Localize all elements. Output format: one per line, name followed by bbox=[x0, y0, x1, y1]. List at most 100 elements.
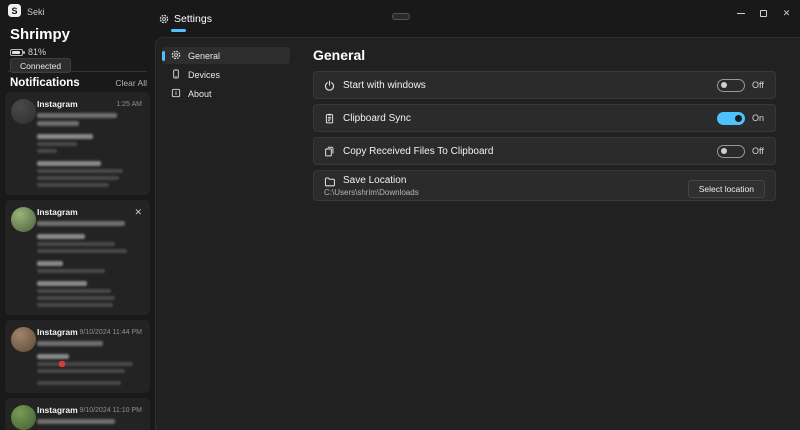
avatar bbox=[11, 99, 36, 124]
redacted-line bbox=[37, 183, 142, 187]
redacted-line bbox=[37, 113, 142, 118]
redacted-line bbox=[37, 369, 142, 373]
power-icon bbox=[324, 80, 336, 91]
minimize-icon bbox=[737, 13, 745, 14]
redacted-line bbox=[37, 289, 142, 293]
notification-timestamp: 9/10/2024 11:10 PM bbox=[79, 407, 142, 414]
battery-icon bbox=[10, 49, 23, 56]
redacted-line bbox=[37, 341, 142, 346]
device-icon bbox=[171, 69, 181, 79]
nav-item-label: About bbox=[188, 89, 212, 99]
info-icon bbox=[171, 88, 181, 98]
nav-item-label: Devices bbox=[188, 70, 220, 80]
sidebar-divider bbox=[8, 71, 147, 72]
device-name: Shrimpy bbox=[10, 26, 70, 43]
notification-app-name: Instagram bbox=[37, 405, 78, 415]
setting-row-copy-received-files-to-clipboard: Copy Received Files To Clipboard Off bbox=[313, 137, 776, 165]
redacted-line bbox=[37, 169, 142, 173]
notification-list: Instagram 1:25 AM ✕ Instagram ✕ Instagra… bbox=[5, 92, 150, 430]
settings-nav: General Devices About bbox=[162, 47, 290, 104]
redacted-line bbox=[37, 261, 142, 266]
redacted-line bbox=[37, 362, 142, 366]
redacted-line bbox=[37, 249, 142, 253]
notification-app-name: Instagram bbox=[37, 207, 78, 217]
redacted-line bbox=[37, 134, 142, 139]
notification-card-3[interactable]: Instagram 9/10/2024 11:44 PM ✕ bbox=[5, 320, 150, 393]
toggle-state-label: Off bbox=[752, 146, 765, 156]
avatar bbox=[11, 405, 36, 430]
tab-settings-label: Settings bbox=[174, 13, 212, 25]
drag-handle-pill bbox=[392, 13, 410, 20]
clipboard-icon bbox=[324, 113, 336, 124]
redacted-line bbox=[37, 142, 142, 146]
avatar bbox=[11, 327, 36, 352]
redacted-line bbox=[37, 121, 142, 126]
redacted-line bbox=[37, 354, 142, 359]
redacted-line bbox=[37, 269, 142, 273]
redacted-line bbox=[37, 296, 142, 300]
setting-row-start-with-windows: Start with windows Off bbox=[313, 71, 776, 99]
nav-item-devices[interactable]: Devices bbox=[162, 66, 290, 83]
notification-redacted-text bbox=[37, 341, 142, 385]
app-logo-icon: S bbox=[8, 4, 21, 17]
notification-app-name: Instagram bbox=[37, 327, 78, 337]
notification-card-4[interactable]: Instagram 9/10/2024 11:10 PM ✕ bbox=[5, 398, 150, 430]
app-title: Seki bbox=[27, 7, 45, 17]
reaction-emoji-icon bbox=[59, 361, 65, 367]
close-notification-icon[interactable]: ✕ bbox=[134, 208, 142, 217]
redacted-line bbox=[37, 234, 142, 239]
settings-panel: General Devices About General Start with… bbox=[155, 37, 800, 430]
nav-item-about[interactable]: About bbox=[162, 85, 290, 102]
toggle-state-label: Off bbox=[752, 80, 765, 90]
setting-row-clipboard-sync: Clipboard Sync On bbox=[313, 104, 776, 132]
battery-status: 81% bbox=[10, 47, 46, 57]
gear-icon bbox=[171, 50, 181, 60]
notification-card-2[interactable]: Instagram ✕ bbox=[5, 200, 150, 315]
select-location-button[interactable]: Select location bbox=[688, 180, 765, 198]
toggle-copy-received-files-to-clipboard[interactable] bbox=[717, 145, 745, 158]
page-title: General bbox=[313, 47, 365, 63]
notification-card-1[interactable]: Instagram 1:25 AM ✕ bbox=[5, 92, 150, 195]
notification-redacted-text bbox=[37, 419, 142, 430]
setting-label: Start with windows bbox=[343, 80, 426, 91]
toggle-state-label: On bbox=[752, 113, 765, 123]
notification-redacted-text bbox=[37, 113, 142, 187]
maximize-button[interactable] bbox=[752, 0, 775, 26]
redacted-line bbox=[37, 381, 142, 385]
notification-app-name: Instagram bbox=[37, 99, 78, 109]
gear-icon bbox=[159, 14, 169, 24]
copy-icon bbox=[324, 146, 336, 157]
redacted-line bbox=[37, 221, 142, 226]
battery-level: 81% bbox=[28, 47, 46, 57]
redacted-line bbox=[37, 281, 142, 286]
setting-subtitle: C:\Users\shrim\Downloads bbox=[324, 189, 419, 197]
notification-redacted-text bbox=[37, 221, 142, 307]
toggle-start-with-windows[interactable] bbox=[717, 79, 745, 92]
setting-label: Save Location bbox=[343, 175, 419, 186]
redacted-line bbox=[37, 303, 142, 307]
nav-item-general[interactable]: General bbox=[162, 47, 290, 64]
clear-all-button[interactable]: Clear All bbox=[115, 78, 147, 88]
notification-timestamp: 1:25 AM bbox=[116, 101, 142, 108]
tab-active-indicator bbox=[171, 29, 186, 32]
settings-rows: Start with windows Off Clipboard Sync On… bbox=[313, 71, 776, 206]
tab-settings[interactable]: Settings bbox=[159, 13, 212, 25]
redacted-line bbox=[37, 176, 142, 180]
maximize-icon bbox=[760, 10, 767, 17]
redacted-line bbox=[37, 161, 142, 166]
close-icon: ✕ bbox=[783, 9, 791, 18]
setting-row-save-location: Save Location C:\Users\shrim\Downloads S… bbox=[313, 170, 776, 201]
toggle-clipboard-sync[interactable] bbox=[717, 112, 745, 125]
nav-item-label: General bbox=[188, 51, 220, 61]
folder-icon bbox=[324, 176, 336, 187]
minimize-button[interactable] bbox=[729, 0, 752, 26]
notifications-header: Notifications Clear All bbox=[10, 77, 147, 89]
avatar bbox=[11, 207, 36, 232]
app-window: S Seki ✕ Shrimpy 81% Connected Notificat… bbox=[0, 0, 800, 430]
setting-label: Clipboard Sync bbox=[343, 113, 411, 124]
redacted-line bbox=[37, 419, 142, 424]
setting-label: Copy Received Files To Clipboard bbox=[343, 146, 493, 157]
notifications-title: Notifications bbox=[10, 77, 80, 89]
close-button[interactable]: ✕ bbox=[775, 0, 798, 26]
window-controls: ✕ bbox=[729, 0, 798, 26]
